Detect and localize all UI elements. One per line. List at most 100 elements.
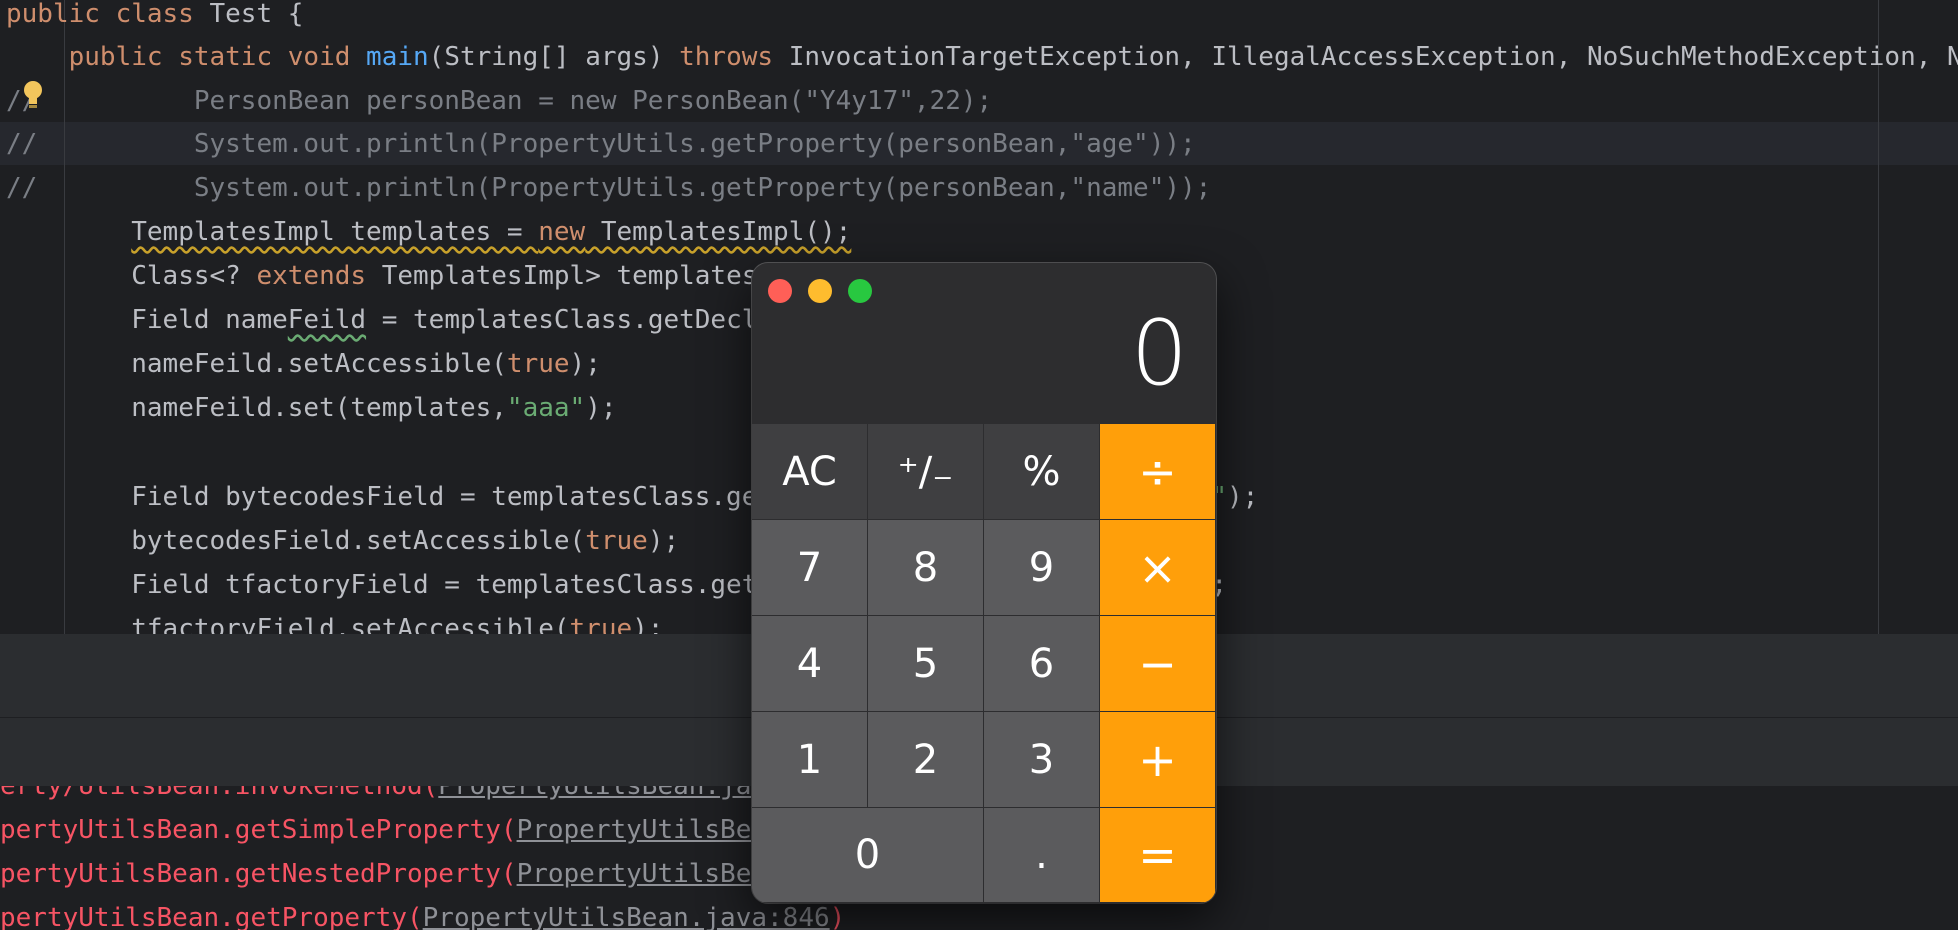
- code-line-6[interactable]: TemplatesImpl templates = new TemplatesI…: [6, 210, 851, 254]
- digit-4-button[interactable]: 4: [752, 616, 868, 712]
- right-margin-guide: [1878, 0, 1879, 634]
- code-line-10[interactable]: nameFeild.set(templates,"aaa");: [6, 386, 617, 430]
- code-text: TemplatesImpl templates =: [131, 217, 539, 247]
- console-line: pertyUtilsBean.getProperty(PropertyUtils…: [0, 896, 845, 930]
- minimize-window-button[interactable]: [808, 279, 832, 303]
- keyword: new: [538, 217, 586, 247]
- digit-9-button[interactable]: 9: [984, 520, 1100, 616]
- source-link[interactable]: PropertyUtilsBea: [517, 859, 767, 889]
- code-text: );: [647, 526, 680, 556]
- console-line: pertyUtilsBean.getSimpleProperty(Propert…: [0, 808, 767, 852]
- code-text: Field name: [131, 305, 288, 335]
- add-button[interactable]: +: [1100, 712, 1216, 808]
- code-text: = templatesClass.getDecl: [366, 305, 758, 335]
- maximize-window-button[interactable]: [848, 279, 872, 303]
- divide-button[interactable]: ÷: [1100, 424, 1216, 520]
- typo-warning: Feild: [287, 305, 367, 335]
- calculator-keypad: AC ⁺∕₋ % ÷ 7 8 9 × 4 5 6 − 1 2 3 + 0 . =: [752, 424, 1216, 903]
- digit-8-button[interactable]: 8: [868, 520, 984, 616]
- stack-frame-text: pertyUtilsBean.getNestedProperty(: [0, 859, 517, 889]
- calculator-window: 0 AC ⁺∕₋ % ÷ 7 8 9 × 4 5 6 − 1 2 3 + 0 .…: [752, 263, 1216, 903]
- digit-2-button[interactable]: 2: [868, 712, 984, 808]
- comment-marker: //: [6, 129, 38, 159]
- code-text: Test {: [193, 0, 304, 29]
- warning-span: TemplatesImpl templates = new TemplatesI…: [131, 217, 851, 247]
- code-text: Class<?: [131, 261, 257, 291]
- code-text: TemplatesImpl> templates: [366, 261, 758, 291]
- code-line-12[interactable]: bytecodesField.setAccessible(true);: [6, 519, 679, 563]
- source-link[interactable]: PropertyUtilsBea: [517, 815, 767, 845]
- calculator-display: 0: [1130, 301, 1188, 406]
- string-literal: "aaa": [506, 393, 586, 423]
- code-text: );: [569, 349, 601, 379]
- all-clear-button[interactable]: AC: [752, 424, 868, 520]
- commented-code: PersonBean personBean = new PersonBean("…: [37, 86, 993, 116]
- code-text: nameFeild.setAccessible(: [131, 349, 507, 379]
- keyword: true: [585, 526, 648, 556]
- equals-button[interactable]: =: [1100, 808, 1216, 903]
- subtract-button[interactable]: −: [1100, 616, 1216, 712]
- code-text: InvocationTargetException, IllegalAccess…: [773, 42, 1958, 72]
- stack-frame-text: ): [829, 903, 846, 930]
- code-line-1[interactable]: public class Test {: [6, 0, 303, 36]
- source-link[interactable]: PropertyUtilsBean.ja: [438, 786, 751, 801]
- console-line: erty/UtilsBean.invokeMethod(PropertyUtil…: [0, 786, 751, 808]
- code-line-8[interactable]: Field nameFeild = templatesClass.getDecl: [6, 298, 757, 342]
- code-line-4[interactable]: // System.out.println(PropertyUtils.getP…: [6, 122, 1196, 166]
- stack-frame-text: pertyUtilsBean.getProperty(: [0, 903, 423, 930]
- comment-marker: //: [6, 173, 38, 203]
- code-line-14[interactable]: tfactoryField.setAccessible(true);: [6, 607, 663, 634]
- console-line: pertyUtilsBean.getNestedProperty(Propert…: [0, 852, 767, 896]
- code-text: nameFeild.set(templates,: [131, 393, 507, 423]
- code-text: TemplatesImpl();: [585, 217, 852, 247]
- commented-code: System.out.println(PropertyUtils.getProp…: [37, 129, 1196, 159]
- percent-button[interactable]: %: [984, 424, 1100, 520]
- commented-code: System.out.println(PropertyUtils.getProp…: [37, 173, 1212, 203]
- keyword: extends: [256, 261, 367, 291]
- stack-frame-text: erty/UtilsBean.invokeMethod(: [0, 786, 439, 801]
- code-line-5[interactable]: // System.out.println(PropertyUtils.getP…: [6, 166, 1211, 210]
- code-line-2[interactable]: public static void main(String[] args) t…: [6, 35, 1958, 79]
- code-line-3[interactable]: // PersonBean personBean = new PersonBea…: [6, 79, 992, 123]
- keyword: true: [569, 614, 633, 634]
- source-link[interactable]: PropertyUtilsBean.java:846: [423, 903, 830, 930]
- keyword: throws: [679, 42, 774, 72]
- digit-3-button[interactable]: 3: [984, 712, 1100, 808]
- keyword: public class: [6, 0, 194, 29]
- code-text: bytecodesField.setAccessible(: [131, 526, 586, 556]
- code-text: );: [585, 393, 617, 423]
- code-text: );: [632, 614, 664, 634]
- code-text: tfactoryField.setAccessible(: [131, 614, 570, 634]
- digit-7-button[interactable]: 7: [752, 520, 868, 616]
- stack-frame-text: pertyUtilsBean.getSimpleProperty(: [0, 815, 517, 845]
- digit-0-button[interactable]: 0: [752, 808, 984, 903]
- code-text: Field tfactoryField = templatesClass.get: [131, 570, 758, 600]
- plus-minus-button[interactable]: ⁺∕₋: [868, 424, 984, 520]
- keyword: true: [506, 349, 570, 379]
- code-line-7[interactable]: Class<? extends TemplatesImpl> templates: [6, 254, 757, 298]
- digit-1-button[interactable]: 1: [752, 712, 868, 808]
- decimal-button[interactable]: .: [984, 808, 1100, 903]
- code-text: (String[] args): [428, 42, 680, 72]
- method-name: main: [366, 42, 429, 72]
- code-text: );: [1227, 482, 1259, 512]
- keyword: public static void: [68, 42, 351, 72]
- lightbulb-icon[interactable]: [22, 80, 44, 110]
- close-window-button[interactable]: [768, 279, 792, 303]
- digit-5-button[interactable]: 5: [868, 616, 984, 712]
- multiply-button[interactable]: ×: [1100, 520, 1216, 616]
- code-text: Field bytecodesField = templatesClass.ge: [131, 482, 758, 512]
- digit-6-button[interactable]: 6: [984, 616, 1100, 712]
- code-line-9[interactable]: nameFeild.setAccessible(true);: [6, 342, 601, 386]
